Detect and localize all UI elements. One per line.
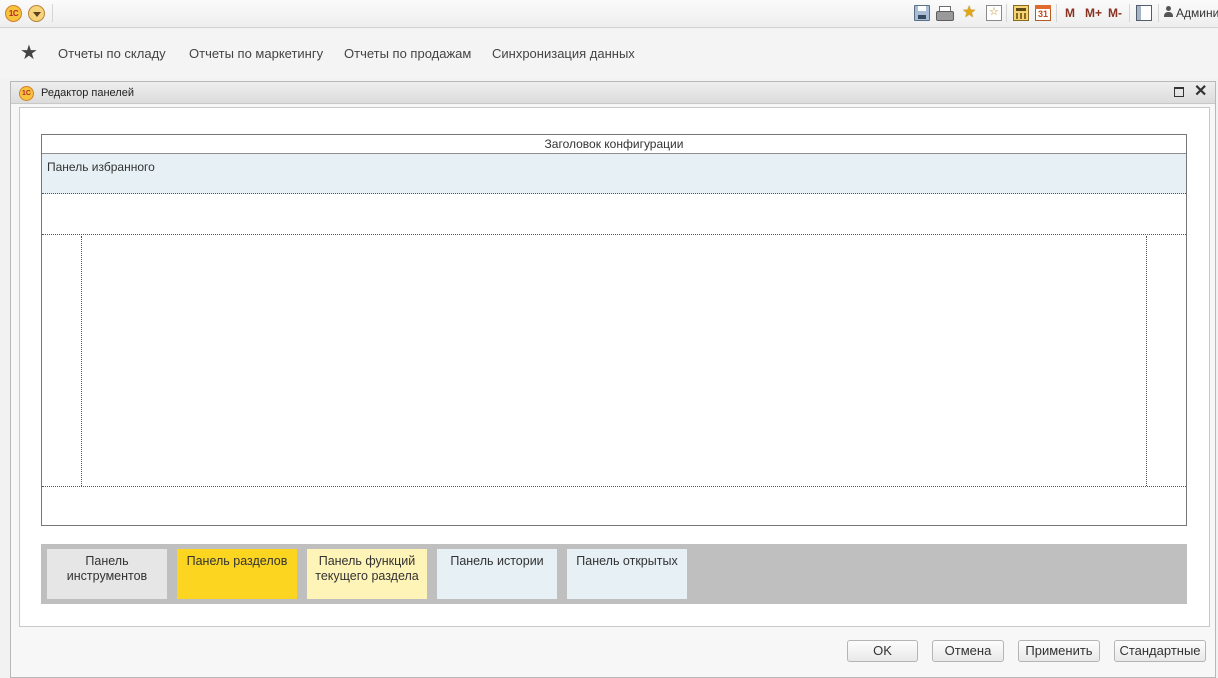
user-name[interactable]: Админис bbox=[1176, 6, 1218, 20]
calculator-icon[interactable] bbox=[1013, 5, 1029, 21]
panel-tool-open-windows[interactable]: Панель открытых bbox=[567, 549, 687, 599]
cancel-button[interactable]: Отмена bbox=[932, 640, 1004, 662]
maximize-icon[interactable] bbox=[1174, 87, 1184, 97]
panel-tool-history[interactable]: Панель истории bbox=[437, 549, 557, 599]
system-toolbar: 1С ★ 31 M M+ M- Админис bbox=[0, 0, 1218, 28]
add-favorite-icon[interactable]: ★ bbox=[962, 5, 978, 21]
config-header-area: Заголовок конфигурации bbox=[42, 135, 1186, 154]
calendar-icon[interactable]: 31 bbox=[1035, 5, 1051, 21]
panel-tool-section-functions[interactable]: Панель функций текущего раздела bbox=[307, 549, 427, 599]
sections-panel: ★ Отчеты по складу Отчеты по маркетингу … bbox=[0, 29, 1218, 79]
panel-tool-toolbar[interactable]: Панель инструментов bbox=[47, 549, 167, 599]
memory-subtract-button[interactable]: M- bbox=[1108, 6, 1122, 20]
section-data-sync[interactable]: Синхронизация данных bbox=[492, 46, 635, 61]
main-menu-icon[interactable] bbox=[28, 5, 45, 22]
editor-area: Заголовок конфигурации Панель избранного… bbox=[19, 107, 1210, 627]
panel-editor-window: 1С Редактор панелей ✕ Заголовок конфигур… bbox=[10, 81, 1216, 678]
toolbar-divider bbox=[1158, 4, 1159, 22]
window-logo-icon: 1С bbox=[19, 86, 34, 101]
ok-button[interactable]: OK bbox=[847, 640, 918, 662]
app-logo-icon[interactable]: 1С bbox=[5, 5, 22, 22]
panel-tool-sections[interactable]: Панель разделов bbox=[177, 549, 297, 599]
save-icon[interactable] bbox=[914, 5, 930, 21]
close-icon[interactable]: ✕ bbox=[1194, 83, 1207, 101]
favorites-icon[interactable] bbox=[986, 5, 1002, 21]
section-marketing-reports[interactable]: Отчеты по маркетингу bbox=[189, 46, 323, 61]
top-panel-slot[interactable] bbox=[42, 195, 1186, 235]
window-title: Редактор панелей bbox=[41, 87, 134, 99]
favorites-panel-slot[interactable]: Панель избранного bbox=[42, 154, 1186, 194]
right-panel-slot[interactable] bbox=[1146, 236, 1186, 486]
layout-preview: Заголовок конфигурации Панель избранного bbox=[41, 134, 1187, 526]
favorites-star-icon[interactable]: ★ bbox=[20, 43, 38, 63]
section-sales-reports[interactable]: Отчеты по продажам bbox=[344, 46, 471, 61]
memory-button[interactable]: M bbox=[1065, 6, 1075, 20]
available-panels-palette: Панель инструментов Панель разделов Пане… bbox=[41, 544, 1187, 604]
apply-button[interactable]: Применить bbox=[1018, 640, 1100, 662]
bottom-panel-slot[interactable] bbox=[42, 486, 1186, 525]
print-icon[interactable] bbox=[936, 5, 954, 21]
favorites-panel-label: Панель избранного bbox=[47, 160, 155, 174]
user-icon bbox=[1164, 6, 1173, 18]
window-titlebar: 1С Редактор панелей ✕ bbox=[11, 82, 1215, 104]
panels-icon[interactable] bbox=[1136, 5, 1152, 21]
toolbar-divider bbox=[1056, 4, 1057, 22]
memory-add-button[interactable]: M+ bbox=[1085, 6, 1102, 20]
left-panel-slot[interactable] bbox=[42, 236, 82, 486]
toolbar-divider bbox=[52, 4, 53, 22]
toolbar-divider bbox=[1129, 4, 1130, 22]
toolbar-divider bbox=[1006, 4, 1007, 22]
standard-settings-button[interactable]: Стандартные bbox=[1114, 640, 1206, 662]
section-warehouse-reports[interactable]: Отчеты по складу bbox=[58, 46, 166, 61]
